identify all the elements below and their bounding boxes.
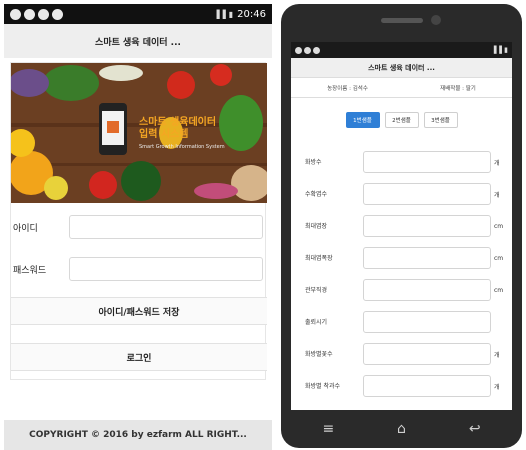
field-label: 최대엽폭장: [305, 254, 333, 262]
field-unit: 개: [494, 191, 500, 199]
field-unit: 개: [494, 383, 500, 391]
sample-tabs: 1번샘플 2번샘플 3번샘플: [291, 112, 512, 128]
field-input[interactable]: [363, 375, 491, 397]
save-credentials-button[interactable]: 아이디/패스워드 저장: [11, 297, 267, 325]
login-card: 스마트 생육데이터 입력 시스템 Smart Growth Informatio…: [10, 62, 267, 380]
field-label: 출뢰시기: [305, 318, 328, 326]
id-input[interactable]: [69, 215, 263, 239]
camera-icon: [431, 15, 441, 25]
signal-icon: ▐▐ ▮: [491, 46, 508, 54]
tab-sample-2[interactable]: 2번샘플: [384, 112, 419, 128]
banner-text: 스마트 생육데이터 입력 시스템 Smart Growth Informatio…: [139, 117, 225, 150]
battery-icon: ▮: [228, 9, 234, 19]
id-row: 아이디: [11, 213, 267, 241]
back-icon[interactable]: ↩: [469, 421, 481, 437]
field-unit: 개: [494, 351, 500, 359]
banner-image: 스마트 생육데이터 입력 시스템 Smart Growth Informatio…: [11, 63, 267, 203]
notification-icon: [313, 46, 320, 54]
password-row: 패스워드: [11, 255, 267, 283]
status-time: 20:46: [237, 8, 266, 20]
field-input[interactable]: [363, 215, 491, 237]
field-input[interactable]: [363, 343, 491, 365]
field-unit: cm: [494, 286, 504, 294]
field-row: 관부직경 cm: [305, 278, 505, 302]
farm-info: 농장이름 : 김석수 재배작물 : 딸기: [291, 78, 512, 98]
notification-icon: [295, 46, 302, 54]
field-label: 관부직경: [305, 286, 328, 294]
notification-icon: [24, 8, 35, 20]
speaker-icon: [381, 18, 423, 23]
login-button[interactable]: 로그인: [11, 343, 267, 371]
field-input[interactable]: [363, 311, 491, 333]
field-unit: cm: [494, 222, 504, 230]
phone-nav-bar: ≡ ⌂ ↩: [291, 410, 512, 448]
password-label: 패스워드: [13, 265, 47, 276]
field-row: 화방별 착과수 개: [305, 374, 505, 398]
field-row: 화방별꽃수 개: [305, 342, 505, 366]
status-bar: ▐▐ ▮ 20:46: [4, 4, 272, 24]
farm-name: 농장이름 : 김석수: [327, 85, 368, 92]
field-label: 수확엽수: [305, 190, 328, 198]
home-icon[interactable]: ⌂: [397, 421, 406, 437]
field-label: 화방별 착과수: [305, 382, 341, 390]
field-row: 화방수 개: [305, 150, 505, 174]
phone-screen: ▐▐ ▮ 스마트 생육 데이터 ... 농장이름 : 김석수 재배작물 : 딸기…: [291, 42, 512, 410]
field-unit: cm: [494, 254, 504, 262]
field-label: 화방별꽃수: [305, 350, 333, 358]
notification-icon: [52, 8, 63, 20]
phone-frame: ▐▐ ▮ 스마트 생육 데이터 ... 농장이름 : 김석수 재배작물 : 딸기…: [281, 4, 522, 448]
field-row: 수확엽수 개: [305, 182, 505, 206]
phone-page-title: 스마트 생육 데이터 ...: [291, 58, 512, 78]
footer-copyright: COPYRIGHT © 2016 by ezfarm ALL RIGHT...: [4, 420, 272, 450]
password-input[interactable]: [69, 257, 263, 281]
signal-icon: ▐▐: [213, 9, 226, 19]
field-row: 최대엽폭장 cm: [305, 246, 505, 270]
field-label: 화방수: [305, 158, 322, 166]
tab-sample-3[interactable]: 3번샘플: [423, 112, 458, 128]
id-label: 아이디: [13, 223, 38, 234]
field-row: 출뢰시기: [305, 310, 505, 334]
page-title: 스마트 생육 데이터 ...: [4, 24, 272, 58]
field-unit: 개: [494, 159, 500, 167]
notification-icon: [10, 8, 21, 20]
phone-status-bar: ▐▐ ▮: [291, 42, 512, 58]
crop-name: 재배작물 : 딸기: [440, 85, 476, 92]
tab-sample-1[interactable]: 1번샘플: [345, 112, 380, 128]
field-input[interactable]: [363, 151, 491, 173]
field-input[interactable]: [363, 183, 491, 205]
notification-icon: [38, 8, 49, 20]
field-label: 최대엽장: [305, 222, 328, 230]
notification-icon: [304, 46, 311, 54]
field-row: 최대엽장 cm: [305, 214, 505, 238]
field-input[interactable]: [363, 247, 491, 269]
field-input[interactable]: [363, 279, 491, 301]
menu-icon[interactable]: ≡: [322, 421, 334, 437]
